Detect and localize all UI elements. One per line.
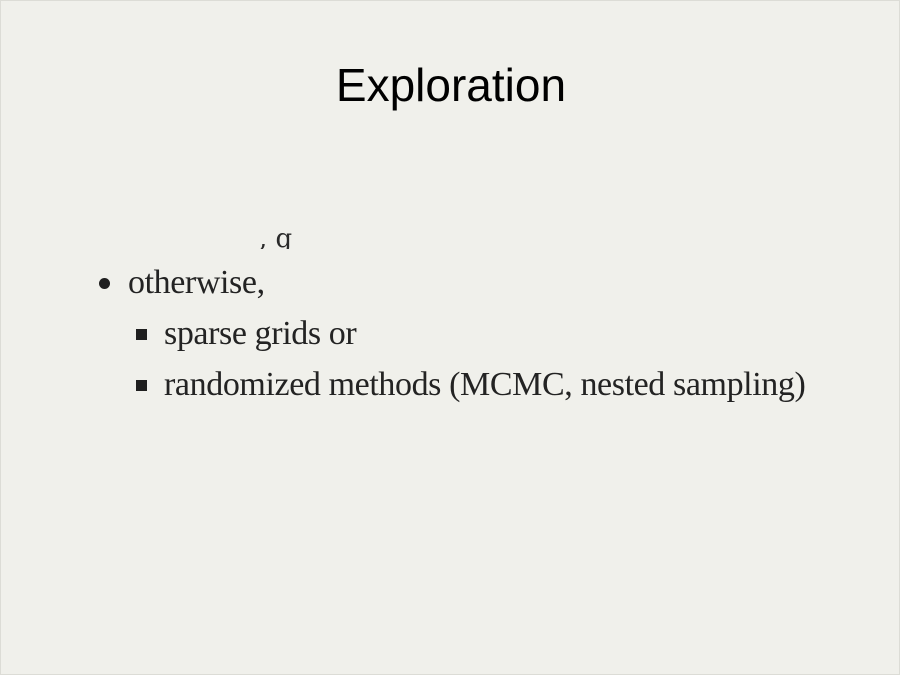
slide: Exploration , g otherwise, sparse grids … bbox=[0, 0, 900, 675]
sub-bullet-item-randomized-methods: randomized methods (MCMC, nested samplin… bbox=[136, 365, 806, 405]
square-bullet-icon bbox=[136, 379, 147, 391]
clipped-text-fragment: , g bbox=[259, 231, 293, 249]
bullet-text: otherwise, bbox=[128, 264, 265, 301]
sub-bullet-text: randomized methods (MCMC, nested samplin… bbox=[164, 366, 806, 403]
sub-bullet-item-sparse-grids: sparse grids or bbox=[136, 314, 357, 354]
round-bullet-icon bbox=[99, 277, 110, 289]
slide-title: Exploration bbox=[335, 59, 567, 111]
bullet-item-otherwise: otherwise, bbox=[99, 263, 265, 303]
square-bullet-icon bbox=[136, 328, 147, 340]
sub-bullet-text: sparse grids or bbox=[164, 315, 357, 352]
